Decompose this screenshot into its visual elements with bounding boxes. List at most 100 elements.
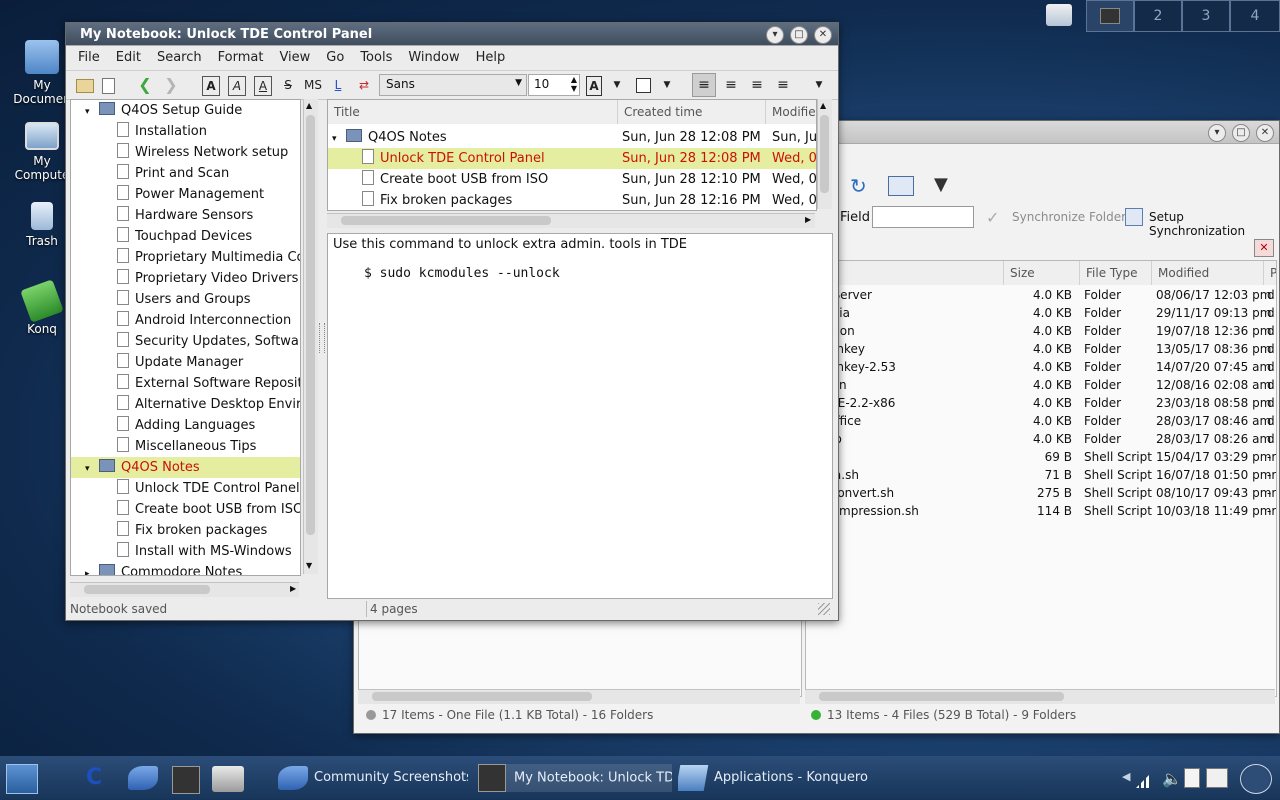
tree-item-page[interactable]: Unlock TDE Control Panel: [71, 478, 300, 499]
tree-item-page[interactable]: Power Management: [71, 184, 300, 205]
tree-item-setup-guide[interactable]: ▾ Q4OS Setup Guide: [71, 100, 300, 121]
close-icon[interactable]: ✕: [1256, 124, 1274, 142]
menu-search[interactable]: Search: [149, 46, 210, 70]
file-row[interactable]: Retro4.0 KBFolder28/03/17 08:26 amd: [806, 430, 1276, 448]
menu-help[interactable]: Help: [468, 46, 514, 70]
file-row[interactable]: tagfa.sh71 BShell Script16/07/18 01:50 p…: [806, 466, 1276, 484]
chevron-right-icon[interactable]: ▸: [85, 564, 99, 575]
link-button[interactable]: L: [332, 76, 344, 94]
menu-edit[interactable]: Edit: [108, 46, 149, 70]
tree-item-page[interactable]: Alternative Desktop Environn: [71, 394, 300, 415]
file-row[interactable]: lemoon4.0 KBFolder19/07/18 12:36 pmd: [806, 322, 1276, 340]
bold-icon[interactable]: A: [202, 76, 220, 96]
close-view-icon[interactable]: ✕: [1254, 239, 1274, 257]
chevron-down-icon[interactable]: ▾: [766, 26, 784, 44]
pager-desktop-3[interactable]: 3: [1182, 0, 1230, 32]
chevron-down-icon[interactable]: ▼: [814, 76, 824, 94]
file-row[interactable]: stalgia4.0 KBFolder29/11/17 09:13 pmd: [806, 304, 1276, 322]
chevron-down-icon[interactable]: ▾: [332, 129, 346, 150]
tray-arrow-icon[interactable]: ◀: [1122, 770, 1130, 783]
pager-desktop-2[interactable]: 2: [1134, 0, 1182, 32]
maximize-icon[interactable]: □: [1232, 124, 1250, 142]
tree-item-page[interactable]: Android Interconnection: [71, 310, 300, 331]
page-row[interactable]: Unlock TDE Control Panel Sun, Jun 28 12:0…: [328, 148, 816, 169]
align-left-icon[interactable]: ≡: [692, 73, 716, 97]
file-row[interactable]: os-office4.0 KBFolder28/03/17 08:46 amd: [806, 412, 1276, 430]
notebook-launcher-icon[interactable]: [172, 766, 200, 794]
tree-item-page[interactable]: Security Updates, Software M: [71, 331, 300, 352]
page-row[interactable]: Create boot USB from ISO Sun, Jun 28 12:1…: [328, 169, 816, 190]
file-row[interactable]: ediaimpression.sh 114 B Shell Script 10/03/…: [806, 502, 1276, 520]
tree-item-page[interactable]: Installation: [71, 121, 300, 142]
synchronize-icon[interactable]: ✓: [986, 208, 999, 227]
column-modified[interactable]: Modified: [1152, 261, 1264, 285]
pages-vscroll[interactable]: ▲: [817, 99, 832, 209]
commodore-icon[interactable]: C: [86, 766, 112, 790]
column-permissions[interactable]: P: [1264, 261, 1276, 285]
font-size-spinbox[interactable]: 10 ▲ ▼: [528, 74, 580, 96]
scroll-right-icon[interactable]: ▶: [290, 584, 296, 593]
right-hscroll[interactable]: [805, 689, 1275, 704]
scroll-thumb[interactable]: [341, 216, 551, 225]
font-name-select[interactable]: Sans ▼: [379, 74, 527, 96]
synchronize-folder-button[interactable]: Synchronize Folder: [1012, 210, 1126, 224]
close-icon[interactable]: ✕: [814, 26, 832, 44]
pages-folder-row[interactable]: ▾ Q4OS Notes Sun, Jun 28 12:08 PM Sun, Ju…: [328, 127, 816, 148]
volume-icon[interactable]: 🔈: [1162, 769, 1182, 788]
column-created[interactable]: Created time: [618, 100, 766, 124]
clear-format-icon[interactable]: ⇄: [356, 76, 372, 94]
file-row[interactable]: 2x_convert.sh 275 B Shell Script 08/10/17 0…: [806, 484, 1276, 502]
task-community-screenshots[interactable]: Community Screenshots - T: [278, 764, 468, 792]
tree-item-page[interactable]: External Software Repositori: [71, 373, 300, 394]
screenshot-launcher-icon[interactable]: [212, 766, 244, 792]
task-konqueror[interactable]: Applications - Konqueror: [678, 764, 868, 792]
filter-icon[interactable]: ▼: [934, 175, 956, 195]
file-row[interactable]: 4.sh69 BShell Script15/04/17 03:29 pm-r: [806, 448, 1276, 466]
tree-item-page[interactable]: Users and Groups: [71, 289, 300, 310]
pages-hscroll[interactable]: ▶: [327, 213, 815, 228]
klipper-icon[interactable]: [1184, 768, 1200, 788]
new-page-icon[interactable]: [102, 78, 115, 94]
keyboard-layout-icon[interactable]: [1206, 768, 1228, 788]
scroll-thumb[interactable]: [819, 692, 1064, 701]
tree-item-commodore-notes[interactable]: ▸ Commodore Notes: [71, 562, 300, 575]
tree-vscroll[interactable]: ▲ ▼: [303, 99, 318, 574]
file-row[interactable]: oudServer 4.0 KB Folder 08/06/17 12:03 pm d: [806, 286, 1276, 304]
setup-synchronization-button[interactable]: Setup Synchronization: [1149, 210, 1278, 238]
tree-item-page[interactable]: Wireless Network setup: [71, 142, 300, 163]
scroll-thumb[interactable]: [306, 115, 315, 535]
tree-item-page[interactable]: Miscellaneous Tips: [71, 436, 300, 457]
maximize-icon[interactable]: □: [790, 26, 808, 44]
column-file-type[interactable]: File Type: [1080, 261, 1152, 285]
back-arrow-icon[interactable]: ❮: [136, 76, 154, 94]
menu-view[interactable]: View: [271, 46, 318, 70]
konqueror-launcher-icon[interactable]: [128, 766, 158, 790]
task-my-notebook[interactable]: My Notebook: Unlock TDE C: [478, 764, 672, 792]
tree-item-page[interactable]: Proprietary Multimedia Code: [71, 247, 300, 268]
italic-icon[interactable]: A: [228, 76, 246, 96]
tree-item-page[interactable]: Proprietary Video Drivers: [71, 268, 300, 289]
column-size[interactable]: Size: [1004, 261, 1080, 285]
file-row[interactable]: nVICE-2.2-x86 4.0 KB Folder 23/03/18 08:58 …: [806, 394, 1276, 412]
tree-hscroll[interactable]: ▶: [70, 582, 299, 597]
view-mode-icon[interactable]: [888, 176, 914, 196]
note-editor[interactable]: Use this command to unlock extra admin. …: [327, 233, 833, 599]
start-menu-icon[interactable]: [6, 764, 38, 794]
resize-grip-icon[interactable]: [818, 603, 830, 615]
justify-icon[interactable]: ≡: [772, 76, 794, 94]
column-title[interactable]: Title: [328, 100, 618, 124]
open-icon[interactable]: [76, 79, 94, 93]
menu-go[interactable]: Go: [318, 46, 352, 70]
menu-format[interactable]: Format: [210, 46, 272, 70]
network-signal-icon[interactable]: [1136, 768, 1156, 788]
chevron-down-icon[interactable]: ▼: [612, 76, 622, 94]
page-row[interactable]: Fix broken packages Sun, Jun 28 12:16 PM W…: [328, 190, 816, 210]
tree-item-page[interactable]: Create boot USB from ISO: [71, 499, 300, 520]
tree-item-page[interactable]: Hardware Sensors: [71, 205, 300, 226]
chevron-down-icon[interactable]: ▼: [662, 76, 672, 94]
background-color-icon[interactable]: [636, 78, 651, 93]
notebook-titlebar[interactable]: My Notebook: Unlock TDE Control Panel ▾ …: [66, 23, 838, 46]
scroll-thumb[interactable]: [820, 115, 829, 193]
menu-file[interactable]: File: [70, 46, 108, 70]
tree-item-page[interactable]: Install with MS-Windows: [71, 541, 300, 562]
